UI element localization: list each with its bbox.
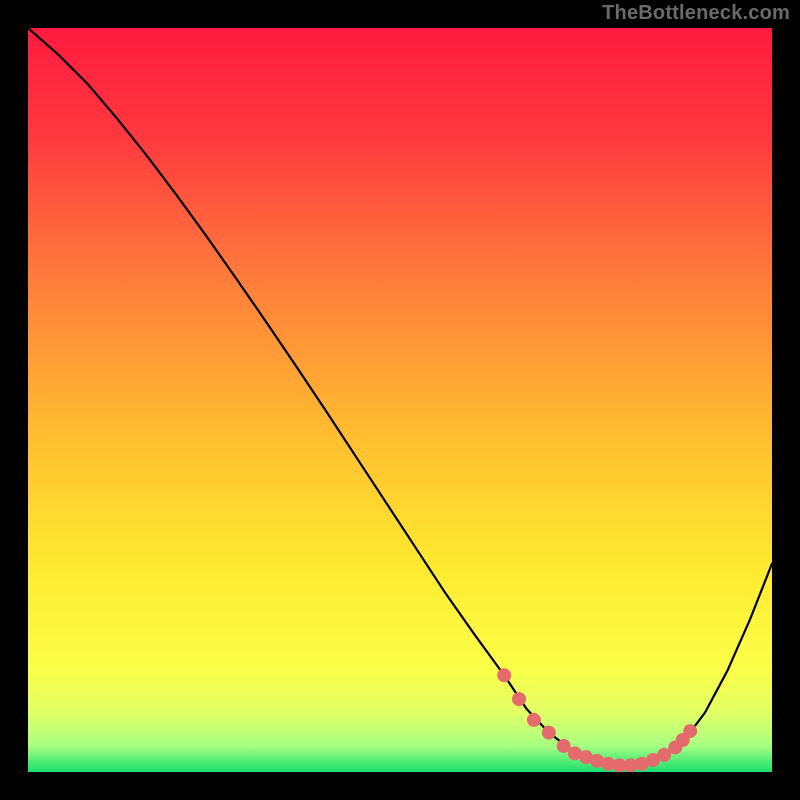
gradient-background (28, 28, 772, 772)
optimal-marker (683, 724, 697, 738)
optimal-marker (512, 692, 526, 706)
plot-svg (28, 28, 772, 772)
plot-area (28, 28, 772, 772)
chart-frame: TheBottleneck.com (0, 0, 800, 800)
optimal-marker (542, 726, 556, 740)
watermark-label: TheBottleneck.com (602, 2, 790, 25)
optimal-marker (527, 713, 541, 727)
optimal-marker (497, 668, 511, 682)
